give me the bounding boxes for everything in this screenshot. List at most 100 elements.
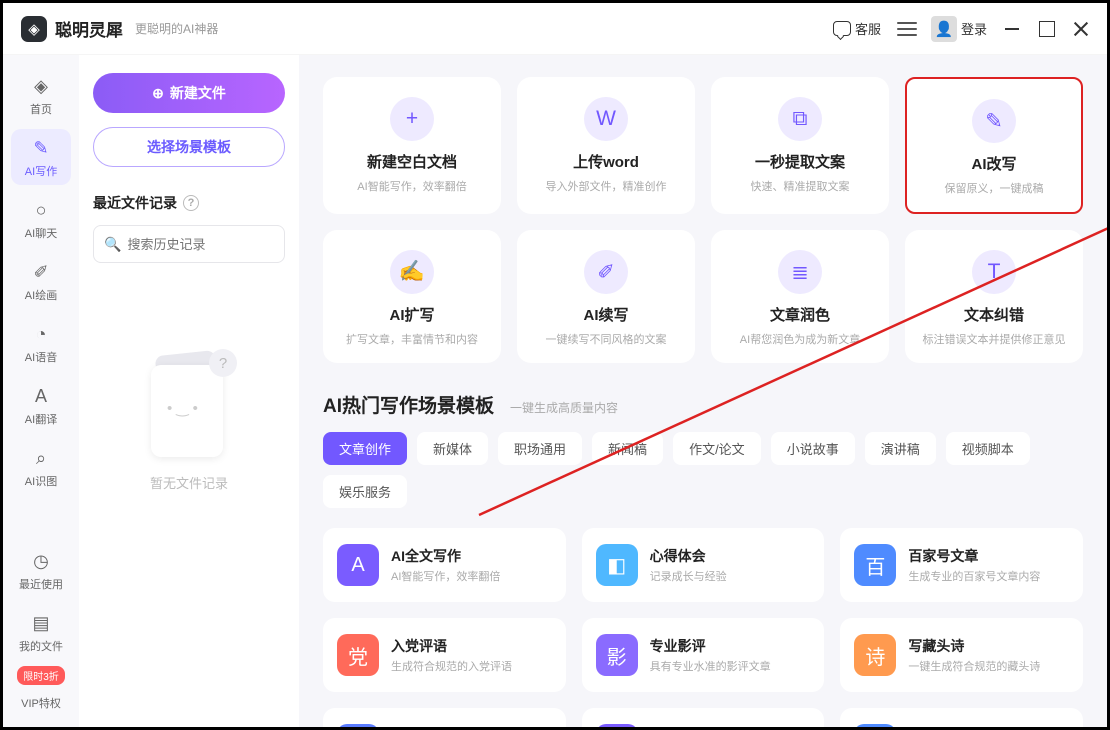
tab-8[interactable]: 娱乐服务	[323, 475, 407, 508]
feature-card-subtitle: 快速、精准提取文案	[723, 178, 877, 194]
translate-icon: A	[30, 385, 52, 407]
feature-card-title: 文本纠错	[917, 304, 1071, 325]
template-title: 心得体会	[650, 546, 727, 566]
template-card-8[interactable]: ▤ 行业政策专家 根据行业名称提供政策框架	[840, 708, 1083, 727]
tab-2[interactable]: 职场通用	[498, 432, 582, 465]
tab-5[interactable]: 小说故事	[771, 432, 855, 465]
template-icon: A	[337, 544, 379, 586]
template-card-7[interactable]: 书 书面用语助手 高效智能写作好帮手	[582, 708, 825, 727]
hamburger-menu-button[interactable]	[897, 19, 917, 39]
template-title: 入党评语	[391, 636, 512, 656]
template-card-1[interactable]: ◧ 心得体会 记录成长与经验	[582, 528, 825, 602]
template-title: 旅行笔记	[391, 726, 501, 727]
sidebar-item-label: AI绘画	[25, 287, 57, 303]
template-card-6[interactable]: ✈ 旅行笔记 高效记录旅行中的点滴	[323, 708, 566, 727]
feature-card-0[interactable]: + 新建空白文档 AI智能写作，效率翻倍	[323, 77, 501, 214]
feature-card-5[interactable]: ✐ AI续写 一键续写不同风格的文案	[517, 230, 695, 363]
sidebar-item-label: AI语音	[25, 349, 57, 365]
search-box[interactable]: 🔍	[93, 225, 285, 263]
feature-icon: T	[972, 250, 1016, 294]
scan-icon: ⌕	[30, 447, 52, 469]
login-button[interactable]: 登录	[961, 19, 987, 38]
feature-icon: W	[584, 97, 628, 141]
feature-card-title: AI续写	[529, 304, 683, 325]
template-icon: ▤	[854, 724, 896, 727]
close-button[interactable]	[1073, 21, 1089, 37]
sidebar-my-files[interactable]: ▤我的文件	[11, 604, 71, 660]
template-icon: ◧	[596, 544, 638, 586]
sidebar-recent[interactable]: ◷最近使用	[11, 542, 71, 598]
left-panel: ⊕新建文件 选择场景模板 最近文件记录 ? 🔍 • ‿ • ? 暂无文件记录	[79, 55, 299, 727]
template-icon: 百	[854, 544, 896, 586]
feature-icon: ✍	[390, 250, 434, 294]
tab-3[interactable]: 新闻稿	[592, 432, 663, 465]
template-card-0[interactable]: A AI全文写作 AI智能写作，效率翻倍	[323, 528, 566, 602]
tab-1[interactable]: 新媒体	[417, 432, 488, 465]
empty-state: • ‿ • ? 暂无文件记录	[93, 353, 285, 492]
feature-icon: +	[390, 97, 434, 141]
tab-6[interactable]: 演讲稿	[865, 432, 936, 465]
maximize-button[interactable]	[1039, 21, 1055, 37]
template-card-5[interactable]: 诗 写藏头诗 一键生成符合规范的藏头诗	[840, 618, 1083, 692]
sidebar-item-label: AI翻译	[25, 411, 57, 427]
section-title: AI热门写作场景模板	[323, 391, 494, 418]
template-subtitle: 具有专业水准的影评文章	[650, 658, 771, 674]
sidebar-item-label: VIP特权	[21, 695, 61, 711]
vip-badge: 限时3折	[17, 666, 65, 685]
file-icon: ▤	[30, 612, 52, 634]
feature-card-3[interactable]: ✎ AI改写 保留原义，一键成稿	[905, 77, 1083, 214]
template-grid: A AI全文写作 AI智能写作，效率翻倍 ◧ 心得体会 记录成长与经验 百 百家…	[323, 528, 1083, 727]
template-title: 百家号文章	[908, 546, 1040, 566]
sidebar-ai-draw[interactable]: ✐AI绘画	[11, 253, 71, 309]
sidebar: ◈首页 ✎AI写作 ○AI聊天 ✐AI绘画 ◔AI语音 AAI翻译 ⌕AI识图 …	[3, 55, 79, 727]
template-subtitle: 生成符合规范的入党评语	[391, 658, 512, 674]
select-template-button[interactable]: 选择场景模板	[93, 127, 285, 167]
template-icon: ✈	[337, 724, 379, 727]
feature-card-2[interactable]: ⧉ 一秒提取文案 快速、精准提取文案	[711, 77, 889, 214]
sidebar-ai-write[interactable]: ✎AI写作	[11, 129, 71, 185]
template-subtitle: AI智能写作，效率翻倍	[391, 568, 500, 584]
feature-card-subtitle: 保留原义，一键成稿	[919, 180, 1069, 196]
help-icon[interactable]: ?	[183, 195, 199, 211]
sidebar-home[interactable]: ◈首页	[11, 67, 71, 123]
search-input[interactable]	[127, 237, 303, 252]
template-card-4[interactable]: 影 专业影评 具有专业水准的影评文章	[582, 618, 825, 692]
template-title: 行业政策专家	[908, 726, 1040, 727]
feature-card-4[interactable]: ✍ AI扩写 扩写文章，丰富情节和内容	[323, 230, 501, 363]
app-title: 聪明灵犀	[55, 16, 123, 41]
template-icon: 影	[596, 634, 638, 676]
template-icon: 党	[337, 634, 379, 676]
feature-icon: ≣	[778, 250, 822, 294]
template-subtitle: 生成专业的百家号文章内容	[908, 568, 1040, 584]
sidebar-item-label: 最近使用	[19, 576, 63, 592]
tab-7[interactable]: 视频脚本	[946, 432, 1030, 465]
sidebar-vip[interactable]: VIP特权	[11, 687, 71, 717]
sidebar-item-label: AI识图	[25, 473, 57, 489]
sidebar-ai-translate[interactable]: A AI翻译	[11, 377, 71, 433]
app-tagline: 更聪明的AI神器	[135, 20, 218, 37]
sidebar-item-label: AI聊天	[25, 225, 57, 241]
template-card-3[interactable]: 党 入党评语 生成符合规范的入党评语	[323, 618, 566, 692]
minimize-button[interactable]	[1005, 21, 1021, 37]
feature-card-6[interactable]: ≣ 文章润色 AI帮您润色为成为新文章	[711, 230, 889, 363]
category-tabs: 文章创作新媒体职场通用新闻稿作文/论文小说故事演讲稿视频脚本娱乐服务	[323, 432, 1083, 508]
sidebar-ai-chat[interactable]: ○ AI聊天	[11, 191, 71, 247]
recent-files-heading: 最近文件记录 ?	[93, 193, 285, 213]
template-icon: 书	[596, 724, 638, 727]
feature-card-1[interactable]: W 上传word 导入外部文件，精准创作	[517, 77, 695, 214]
feature-grid: + 新建空白文档 AI智能写作，效率翻倍W 上传word 导入外部文件，精准创作…	[323, 77, 1083, 363]
feature-card-7[interactable]: T 文本纠错 标注错误文本并提供修正意见	[905, 230, 1083, 363]
chat-icon	[833, 21, 851, 36]
new-file-button[interactable]: ⊕新建文件	[93, 73, 285, 113]
chat-icon: ○	[30, 199, 52, 221]
template-card-2[interactable]: 百 百家号文章 生成专业的百家号文章内容	[840, 528, 1083, 602]
template-title: AI全文写作	[391, 546, 500, 566]
feature-card-subtitle: AI帮您润色为成为新文章	[723, 331, 877, 347]
sidebar-ai-voice[interactable]: ◔AI语音	[11, 315, 71, 371]
sidebar-ai-image[interactable]: ⌕ AI识图	[11, 439, 71, 495]
tab-0[interactable]: 文章创作	[323, 432, 407, 465]
customer-service-button[interactable]: 客服	[833, 19, 881, 38]
template-subtitle: 记录成长与经验	[650, 568, 727, 584]
tab-4[interactable]: 作文/论文	[673, 432, 761, 465]
template-section-header: AI热门写作场景模板 一键生成高质量内容	[323, 391, 1083, 418]
